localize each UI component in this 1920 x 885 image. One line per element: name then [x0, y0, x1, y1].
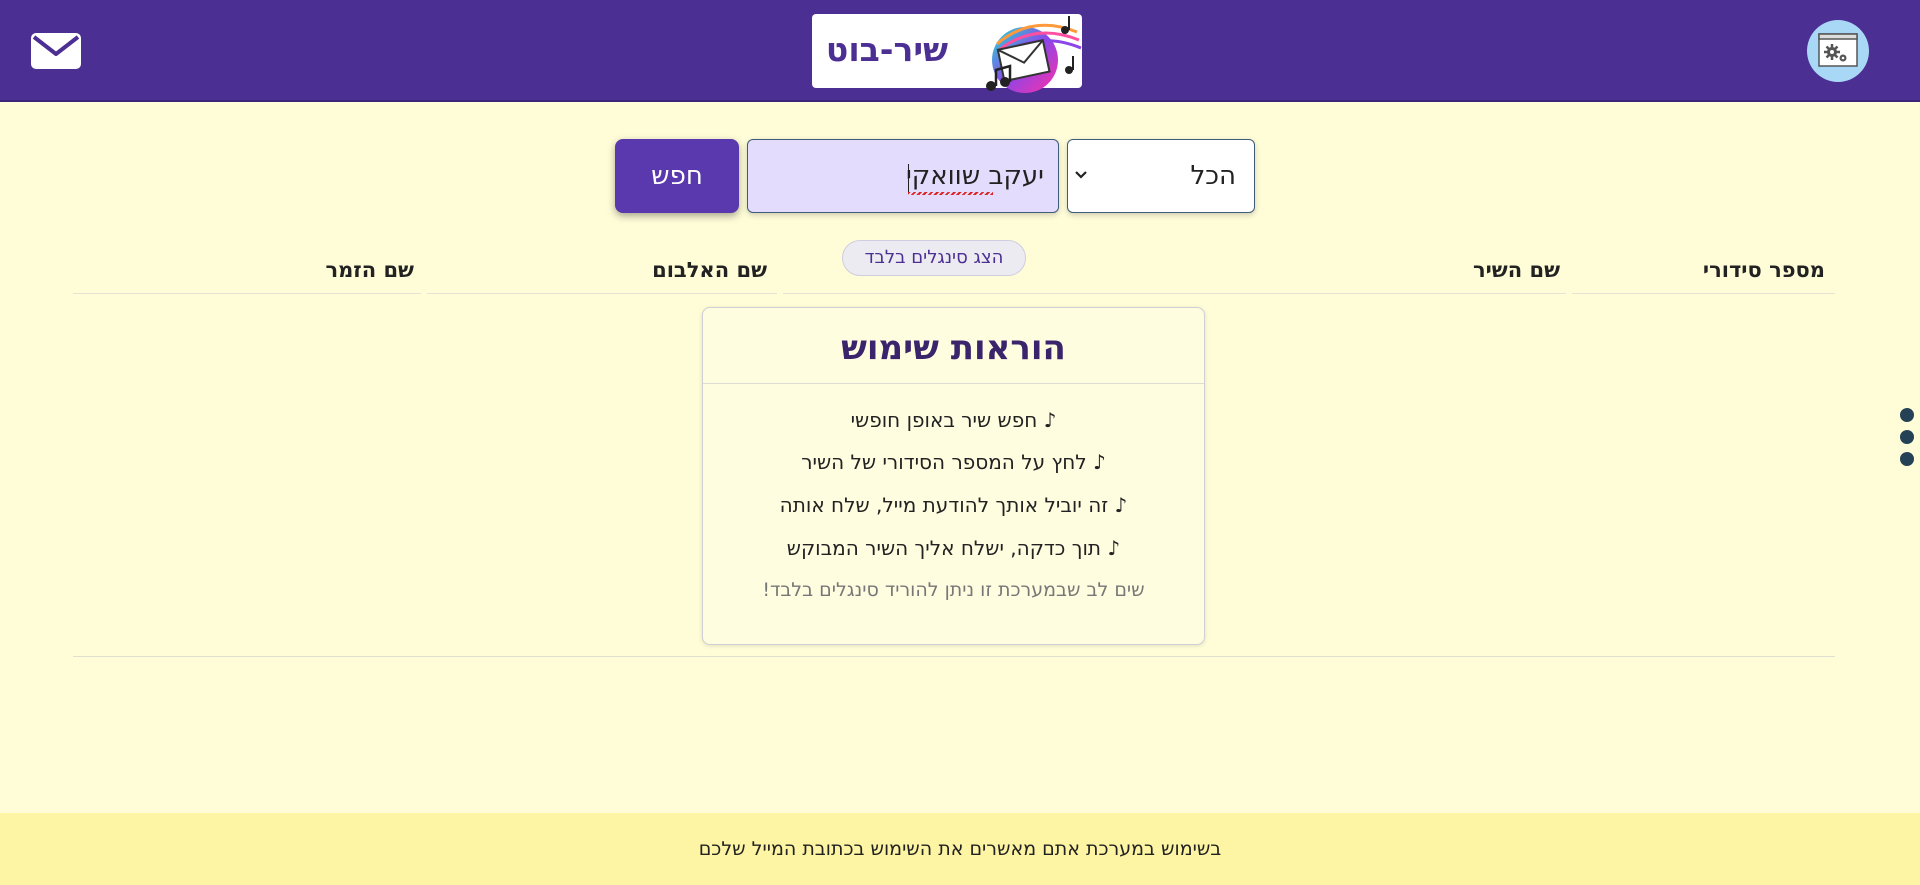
- category-selected-value: הכל: [1190, 161, 1236, 191]
- settings-button[interactable]: [1807, 20, 1869, 82]
- header-underline: [427, 293, 777, 294]
- search-input-field[interactable]: [748, 140, 1058, 212]
- search-button[interactable]: חפש: [615, 139, 739, 213]
- footer-notice: בשימוש במערכת אתם מאשרים את השימוש בכתוב…: [0, 813, 1920, 885]
- instruction-note: שים לב שבמערכת זו ניתן להוריד סינגלים בל…: [762, 579, 1145, 601]
- instruction-line: ♪ לחץ על המספר הסידורי של השיר: [801, 450, 1106, 474]
- header-underline: [783, 293, 1566, 294]
- instruction-line: ♪ חפש שיר באופן חופשי: [850, 408, 1057, 432]
- singles-only-toggle[interactable]: הצג סינגלים בלבד: [842, 240, 1026, 276]
- gear-settings-icon: [1818, 33, 1858, 67]
- category-select[interactable]: הכל: [1067, 139, 1255, 213]
- top-header: שיר-בוט: [0, 0, 1920, 102]
- instructions-panel: הוראות שימוש ♪ חפש שיר באופן חופשי ♪ לחץ…: [702, 307, 1205, 645]
- column-header-song[interactable]: שם השיר: [1473, 258, 1560, 282]
- text-caret: [908, 164, 909, 192]
- column-header-album[interactable]: שם האלבום: [652, 258, 767, 282]
- instruction-line: ♪ תוך כדקה, ישלח אליך השיר המבוקש: [786, 536, 1121, 560]
- column-header-singer[interactable]: שם הזמר: [325, 258, 414, 282]
- table-bottom-divider: [73, 656, 1835, 657]
- header-underline: [73, 293, 421, 294]
- instructions-title: הוראות שימוש: [841, 328, 1066, 368]
- spellcheck-underline: [908, 192, 993, 195]
- search-input[interactable]: [747, 139, 1059, 213]
- column-header-serial[interactable]: מספר סידורי: [1703, 258, 1825, 282]
- site-logo[interactable]: שיר-בוט: [812, 14, 1082, 93]
- logo-text: שיר-בוט: [825, 30, 949, 69]
- chevron-down-icon: [1075, 171, 1087, 179]
- envelope-icon[interactable]: [30, 32, 82, 70]
- header-underline: [1572, 293, 1835, 294]
- music-mail-logo-icon: [986, 16, 1082, 93]
- instructions-divider: [703, 383, 1204, 384]
- more-options-icon[interactable]: [1900, 408, 1914, 470]
- instruction-line: ♪ זה יוביל אותך להודעת מייל, שלח אותה: [779, 493, 1128, 517]
